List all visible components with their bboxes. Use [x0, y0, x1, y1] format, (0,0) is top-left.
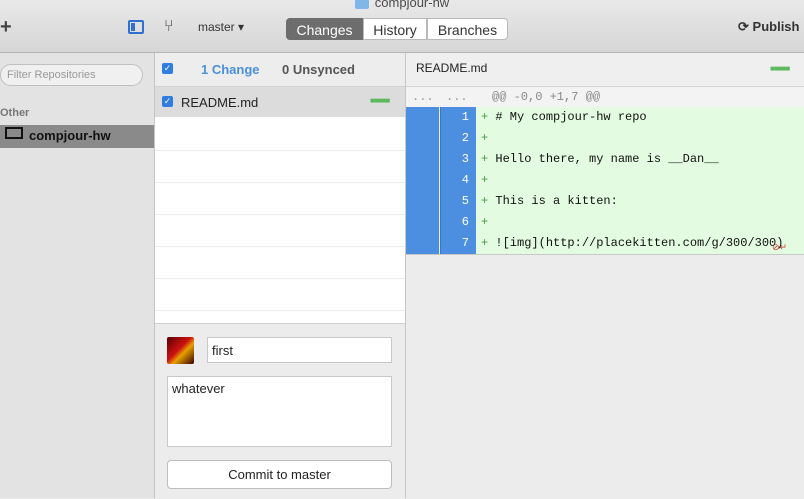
file-checkbox[interactable]: ✓ [162, 96, 173, 107]
row-divider [155, 214, 405, 215]
sidebar-item-label: compjour-hw [29, 128, 111, 143]
hunk-expand-right[interactable]: ... [446, 90, 468, 104]
line-number: 1 [461, 110, 469, 124]
add-repository-button[interactable]: + [0, 16, 12, 39]
line-number: 4 [461, 173, 469, 187]
diff-divider [406, 254, 804, 255]
hunk-expand-left[interactable]: ... [412, 90, 434, 104]
file-name: README.md [181, 95, 259, 110]
branch-selector[interactable]: master ▾ [198, 20, 244, 34]
select-all-checkbox[interactable]: ✓ [162, 63, 173, 74]
line-number: 7 [461, 236, 469, 250]
diff-line: + [481, 173, 489, 187]
line-number: 5 [461, 194, 469, 208]
diff-filename: README.md [416, 61, 488, 75]
row-divider [155, 150, 405, 151]
commit-summary-input[interactable]: first [207, 337, 392, 363]
change-indicator: ■■■■■ [370, 96, 390, 105]
monitor-icon [5, 127, 23, 139]
diff-line: + Hello there, my name is __Dan__ [481, 152, 719, 166]
diff-line: + This is a kitten: [481, 194, 618, 208]
line-number: 2 [461, 131, 469, 145]
repository-sidebar [0, 53, 155, 498]
tab-history[interactable]: History [363, 18, 427, 40]
old-line-gutter [406, 107, 439, 254]
tab-branches[interactable]: Branches [427, 18, 508, 40]
publish-button[interactable]: ⟳ Publish [738, 19, 799, 35]
line-number: 3 [461, 152, 469, 166]
sync-icon: ⟳ [738, 19, 749, 34]
sidebar-toggle-icon[interactable] [128, 20, 144, 34]
unsynced-count[interactable]: 0 Unsynced [282, 62, 355, 77]
row-divider [155, 182, 405, 183]
filter-repositories-input[interactable]: Filter Repositories [0, 64, 143, 86]
changes-header [155, 53, 405, 87]
change-indicator: ■■■■■ [770, 64, 790, 73]
row-divider [155, 310, 405, 311]
line-number: 6 [461, 215, 469, 229]
diff-line: + [481, 215, 489, 229]
sidebar-section-title: Other [0, 107, 30, 119]
window-title: compjour-hw [0, 0, 804, 10]
added-lines-area [476, 107, 804, 254]
branch-icon[interactable]: ⑂ [164, 18, 174, 36]
change-count[interactable]: 1 Change [201, 62, 260, 77]
hunk-header: @@ -0,0 +1,7 @@ [492, 90, 601, 104]
row-divider [155, 278, 405, 279]
row-divider [155, 246, 405, 247]
no-newline-icon: ⊘↵ [772, 242, 788, 252]
commit-description-input[interactable]: whatever [167, 376, 392, 447]
tab-changes[interactable]: Changes [286, 18, 363, 40]
avatar [167, 337, 194, 364]
diff-line: + [481, 131, 489, 145]
commit-button[interactable]: Commit to master [167, 460, 392, 489]
folder-icon [354, 0, 369, 9]
diff-line: + # My compjour-hw repo [481, 110, 647, 124]
diff-line: + ![img](http://placekitten.com/g/300/30… [481, 236, 784, 250]
